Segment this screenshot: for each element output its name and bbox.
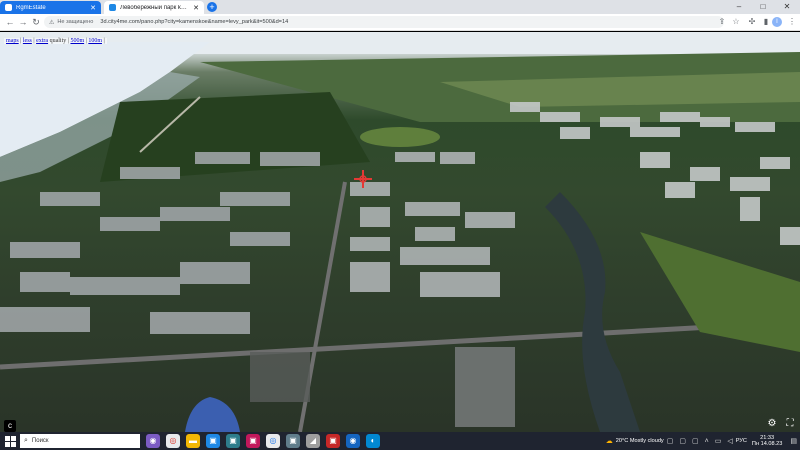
fullscreen-icon[interactable]: ⛶ — [784, 418, 796, 430]
chevron-up-icon[interactable]: ˄ — [705, 438, 709, 445]
notifications-icon[interactable]: ▤ — [790, 437, 797, 445]
weather-text[interactable]: 20°C Mostly cloudy — [616, 438, 664, 444]
app-icon[interactable]: ▣ — [206, 434, 220, 448]
search-placeholder: Поиск — [31, 438, 49, 444]
bookmark-star-icon[interactable]: ☆ — [730, 16, 742, 28]
app-icon[interactable]: ▣ — [246, 434, 260, 448]
forward-arrow-icon[interactable]: → — [17, 16, 29, 28]
browser-toolbar: ← → ↻ ⚠ Не защищено 3d.city4me.com/pano.… — [0, 14, 800, 31]
panorama-viewport[interactable]: maps | less | extra quality | 500m | 100… — [0, 32, 800, 432]
edge-icon[interactable]: ◐ — [366, 434, 380, 448]
tray-icon[interactable]: ▢ — [667, 437, 674, 445]
app-icon[interactable]: ▣ — [326, 434, 340, 448]
search-icon: ⌕ — [24, 437, 28, 444]
copyright-c-icon[interactable]: c — [4, 420, 16, 432]
tab-close-icon[interactable]: ✕ — [193, 4, 199, 12]
url-text: 3d.city4me.com/pano.php?city=kamenskoe&n… — [100, 19, 289, 25]
windows-taskbar: ⌕ Поиск ◉ ◎ ▬ ▣ ▣ ▣ ◎ ▣ ◢ ▣ ◉ ◐ ☁ 20°C M… — [0, 432, 800, 450]
extra-link[interactable]: extra — [36, 38, 48, 44]
close-window-button[interactable]: ✕ — [776, 0, 798, 14]
clock-date: Пн 14.08.23 — [751, 441, 783, 447]
tab-rgmestate[interactable]: RgmEstate ✕ — [0, 1, 101, 14]
extensions-puzzle-icon[interactable]: ✣ — [746, 16, 758, 28]
settings-gear-icon[interactable]: ⚙ — [766, 418, 778, 430]
warning-icon: ⚠ — [49, 19, 55, 26]
aerial-city-photo — [0, 32, 800, 432]
minimize-button[interactable]: – — [728, 0, 750, 14]
tab-favicon-icon — [109, 4, 116, 11]
browser-tab-strip: RgmEstate ✕ Левобережный парк kamenskoe … — [0, 0, 800, 14]
tab-favicon-icon — [5, 4, 12, 11]
tab-title: Левобережный парк kamenskoe — [120, 4, 190, 11]
app-icon[interactable]: ◉ — [346, 434, 360, 448]
tab-title: RgmEstate — [16, 4, 46, 11]
profile-avatar[interactable]: I — [772, 17, 782, 27]
app-icon[interactable]: ◢ — [306, 434, 320, 448]
app-icon[interactable]: ▣ — [226, 434, 240, 448]
network-icon[interactable]: ▭ — [715, 437, 722, 445]
chrome-icon[interactable]: ◎ — [166, 434, 180, 448]
quality-label: quality — [49, 38, 67, 44]
address-bar[interactable]: ⚠ Не защищено 3d.city4me.com/pano.php?ci… — [44, 16, 724, 28]
less-link[interactable]: less — [23, 38, 32, 44]
app-icon[interactable]: ◉ — [146, 434, 160, 448]
clock[interactable]: 21:33 Пн 14.08.23 — [752, 435, 782, 447]
screen: RgmEstate ✕ Левобережный парк kamenskoe … — [0, 0, 800, 450]
sidebar-icon[interactable]: ▮ — [760, 16, 772, 28]
chrome-icon[interactable]: ◎ — [266, 434, 280, 448]
tray-icon[interactable]: ▢ — [692, 437, 699, 445]
security-label: Не защищено — [57, 19, 94, 25]
share-icon[interactable]: ⇪ — [716, 16, 728, 28]
maps-link[interactable]: maps — [6, 38, 19, 44]
weather-icon[interactable]: ☁ — [606, 437, 613, 445]
maximize-button[interactable]: □ — [752, 0, 774, 14]
volume-icon[interactable]: ◁ — [727, 437, 732, 445]
reload-icon[interactable]: ↻ — [30, 16, 42, 28]
back-arrow-icon[interactable]: ← — [4, 16, 16, 28]
new-tab-button[interactable]: + — [207, 2, 217, 12]
panorama-controls: maps | less | extra quality | 500m | 100… — [4, 38, 107, 44]
tab-pano[interactable]: Левобережный парк kamenskoe ✕ — [104, 1, 204, 14]
menu-kebab-icon[interactable]: ⋮ — [786, 16, 798, 28]
windows-start-icon[interactable] — [3, 434, 17, 448]
quality-500m-link[interactable]: 500m — [70, 38, 84, 44]
tray-icon[interactable]: ▢ — [679, 437, 686, 445]
quality-100m-link[interactable]: 100m — [88, 38, 102, 44]
system-tray: ☁ 20°C Mostly cloudy ▢ ▢ ▢ ˄ ▭ ◁ РУС 21:… — [603, 432, 800, 450]
language-indicator[interactable]: РУС — [736, 438, 747, 444]
folder-icon[interactable]: ▬ — [186, 434, 200, 448]
taskbar-search-input[interactable]: ⌕ Поиск — [20, 434, 140, 448]
tab-close-icon[interactable]: ✕ — [90, 4, 96, 12]
app-icon[interactable]: ▣ — [286, 434, 300, 448]
